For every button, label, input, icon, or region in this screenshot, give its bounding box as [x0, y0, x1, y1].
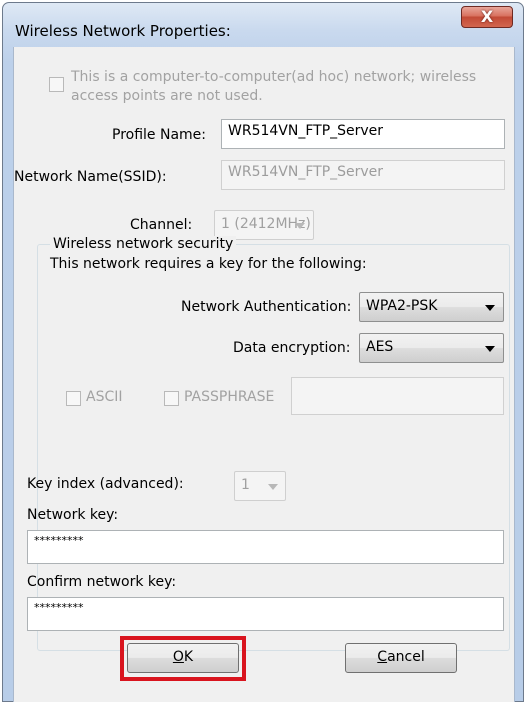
window-title: Wireless Network Properties: [15, 22, 231, 40]
passphrase-label: PASSPHRASE [184, 389, 275, 405]
dialog-client-area: This is a computer-to-computer(ad hoc) n… [13, 47, 515, 702]
cancel-mnemonic: C [377, 649, 388, 665]
auth-label: Network Authentication: [181, 299, 352, 315]
ascii-checkbox[interactable] [66, 391, 81, 406]
confirm-key-label: Confirm network key: [27, 574, 177, 590]
chevron-down-icon [485, 305, 495, 311]
ssid-label: Network Name(SSID): [14, 169, 167, 185]
chevron-down-icon [295, 223, 305, 229]
requires-key-text: This network requires a key for the foll… [50, 256, 367, 272]
adhoc-checkbox[interactable] [49, 77, 64, 92]
chevron-down-icon [485, 346, 495, 352]
auth-select-value: WPA2-PSK [366, 298, 438, 314]
key-index-label: Key index (advanced): [27, 476, 184, 492]
ok-mnemonic: O [172, 649, 184, 665]
dialog-window: Wireless Network Properties: X This is a… [2, 2, 524, 702]
title-bar[interactable]: Wireless Network Properties: X [3, 3, 523, 43]
encryption-label: Data encryption: [233, 340, 351, 356]
key-index-value: 1 [241, 477, 250, 493]
security-group-label: Wireless network security [50, 236, 237, 252]
encryption-select-value: AES [366, 339, 394, 355]
close-button[interactable]: X [461, 6, 513, 28]
channel-label: Channel: [130, 217, 193, 233]
auth-select[interactable]: WPA2-PSK [359, 292, 504, 322]
ok-label-rest: K [183, 649, 194, 665]
chevron-down-icon [268, 484, 278, 490]
cancel-button[interactable]: Cancel [345, 643, 457, 673]
adhoc-label-line2: access points are not used. [71, 88, 263, 104]
close-icon: X [480, 7, 494, 26]
ssid-input[interactable]: WR514VN_FTP_Server [221, 160, 505, 190]
ok-button[interactable]: OK [127, 643, 239, 673]
passphrase-checkbox[interactable] [164, 391, 179, 406]
passphrase-input[interactable] [291, 377, 504, 415]
encryption-select[interactable]: AES [359, 333, 504, 363]
key-index-select[interactable]: 1 [234, 471, 286, 501]
profile-name-label: Profile Name: [112, 127, 207, 143]
profile-name-input[interactable]: WR514VN_FTP_Server [221, 119, 505, 149]
network-key-input[interactable]: ********* [27, 530, 504, 564]
ascii-label: ASCII [86, 389, 123, 405]
network-key-label: Network key: [27, 507, 119, 523]
adhoc-label-line1: This is a computer-to-computer(ad hoc) n… [71, 69, 477, 85]
confirm-key-input[interactable]: ********* [27, 597, 504, 631]
cancel-label-rest: ancel [387, 649, 425, 665]
